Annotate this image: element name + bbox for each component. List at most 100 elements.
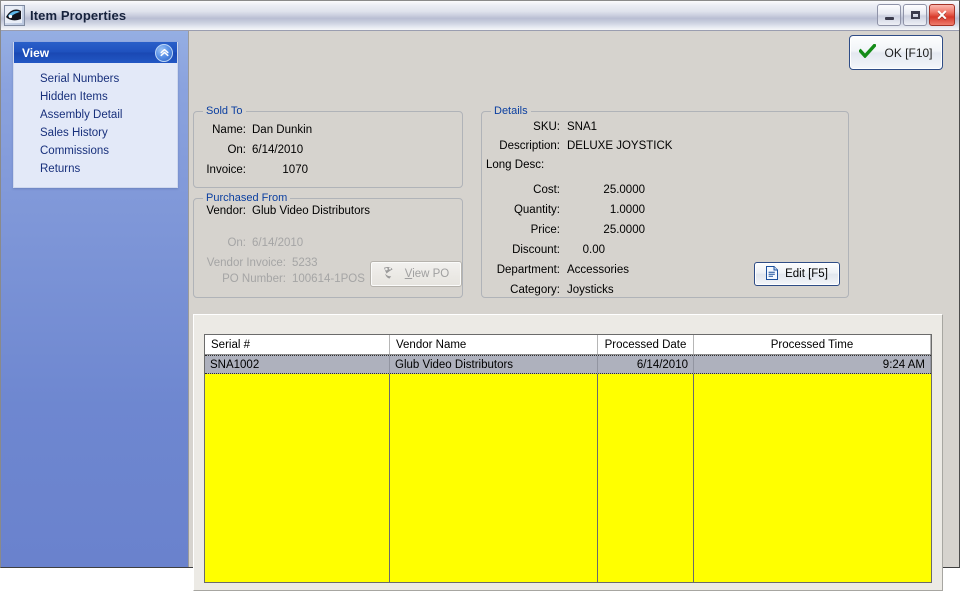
price-row: Price: 25.0000 xyxy=(486,224,645,236)
description-label: Description: xyxy=(499,140,560,152)
navigation-pane: View Serial Numbers Hidden Items Assembl… xyxy=(1,31,189,567)
sold-to-legend: Sold To xyxy=(203,105,246,117)
department-value: Accessories xyxy=(567,264,629,276)
description-value: DELUXE JOYSTICK xyxy=(567,140,673,152)
client-area: View Serial Numbers Hidden Items Assembl… xyxy=(1,31,959,591)
details-group: Details SKU: SNA1 Description: DELUXE JO… xyxy=(481,105,849,298)
sidebar-item-serial-numbers[interactable]: Serial Numbers xyxy=(14,70,177,88)
sold-to-on-value: 6/14/2010 xyxy=(252,144,304,156)
vendor-label: Vendor: xyxy=(206,205,246,217)
po-number-row: PO Number: 100614-1POS xyxy=(194,273,365,285)
vendor-invoice-value: 5233 xyxy=(292,257,318,269)
serial-numbers-panel: Serial # Vendor Name Processed Date Proc… xyxy=(193,314,943,591)
maximize-button[interactable] xyxy=(903,4,927,26)
po-number-label: PO Number: xyxy=(222,273,286,285)
vendor-invoice-row: Vendor Invoice: 5233 xyxy=(194,257,318,269)
title-bar: Item Properties ✕ xyxy=(1,1,959,31)
sidebar-item-sales-history[interactable]: Sales History xyxy=(14,124,177,142)
view-group-title: View xyxy=(22,45,50,60)
discount-label: Discount: xyxy=(512,244,560,256)
minimize-button[interactable] xyxy=(877,4,901,26)
category-row: Category: Joysticks xyxy=(486,284,614,296)
view-po-button[interactable]: View PO xyxy=(370,261,462,287)
sidebar-item-assembly-detail[interactable]: Assembly Detail xyxy=(14,106,177,124)
category-value: Joysticks xyxy=(567,284,614,296)
green-check-icon xyxy=(858,43,878,61)
cell-serial: SNA1002 xyxy=(205,356,390,373)
purchased-on-value: 6/14/2010 xyxy=(252,237,304,249)
edit-button-label: Edit [F5] xyxy=(785,268,828,280)
description-row: Description: DELUXE JOYSTICK xyxy=(486,140,672,152)
document-edit-icon xyxy=(766,265,779,283)
po-number-value: 100614-1POS xyxy=(292,273,365,285)
close-button[interactable]: ✕ xyxy=(929,4,955,26)
po-document-icon xyxy=(383,266,398,282)
vendor-row: Vendor: Glub Video Distributors xyxy=(200,205,370,217)
chevron-double-up-icon[interactable] xyxy=(155,43,173,62)
view-group-items: Serial Numbers Hidden Items Assembly Det… xyxy=(14,63,177,187)
sold-to-on-label: On: xyxy=(227,144,246,156)
purchased-on-row: On: 6/14/2010 xyxy=(200,237,303,249)
purchased-on-label: On: xyxy=(227,237,246,249)
long-desc-row: Long Desc: xyxy=(486,159,567,171)
cell-processed-time: 9:24 AM xyxy=(694,356,931,373)
edit-button[interactable]: Edit [F5] xyxy=(754,262,840,286)
purchased-from-group: Purchased From Vendor: Glub Video Distri… xyxy=(193,192,463,298)
sold-to-invoice-label: Invoice: xyxy=(206,164,246,176)
item-properties-window: Item Properties ✕ View Serial Numbers Hi… xyxy=(0,0,960,591)
ok-button[interactable]: OK [F10] xyxy=(849,35,943,70)
price-label: Price: xyxy=(530,224,560,236)
category-label: Category: xyxy=(510,284,560,296)
grid-empty-col-date xyxy=(598,374,694,582)
sidebar-item-commissions[interactable]: Commissions xyxy=(14,142,177,160)
window-title: Item Properties xyxy=(30,8,127,23)
discount-value: 0.00 xyxy=(582,244,605,256)
serial-numbers-grid[interactable]: Serial # Vendor Name Processed Date Proc… xyxy=(204,334,932,583)
sold-to-invoice-row: Invoice: 1070 xyxy=(200,164,308,176)
vendor-invoice-label: Vendor Invoice: xyxy=(206,257,286,269)
close-icon: ✕ xyxy=(936,7,948,23)
column-header-processed-date[interactable]: Processed Date xyxy=(598,335,694,354)
window-controls: ✕ xyxy=(877,4,955,26)
sold-to-on-row: On: 6/14/2010 xyxy=(200,144,303,156)
minimize-icon xyxy=(878,5,900,25)
sold-to-name-label: Name: xyxy=(212,124,246,136)
view-group-panel: View Serial Numbers Hidden Items Assembl… xyxy=(13,42,178,188)
quantity-label: Quantity: xyxy=(513,204,560,216)
grid-header-row: Serial # Vendor Name Processed Date Proc… xyxy=(205,335,931,355)
grid-empty-col-serial xyxy=(205,374,390,582)
cost-row: Cost: 25.0000 xyxy=(486,184,645,196)
sku-value: SNA1 xyxy=(567,121,598,133)
cost-label: Cost: xyxy=(533,184,560,196)
maximize-icon xyxy=(904,5,926,25)
sold-to-invoice-value: 1070 xyxy=(282,164,308,176)
view-po-button-label: View PO xyxy=(404,268,450,280)
ok-button-label: OK [F10] xyxy=(884,45,933,60)
sold-to-name-row: Name: Dan Dunkin xyxy=(200,124,312,136)
sidebar-item-hidden-items[interactable]: Hidden Items xyxy=(14,88,177,106)
purchased-from-legend: Purchased From xyxy=(203,192,291,204)
grid-empty-col-time xyxy=(694,374,931,582)
grid-empty-area[interactable] xyxy=(205,374,931,582)
table-row[interactable]: SNA1002 Glub Video Distributors 6/14/201… xyxy=(205,355,931,374)
column-header-serial[interactable]: Serial # xyxy=(205,335,390,354)
grid-empty-col-vendor xyxy=(390,374,598,582)
price-value: 25.0000 xyxy=(603,224,645,236)
column-header-processed-time[interactable]: Processed Time xyxy=(694,335,931,354)
department-label: Department: xyxy=(496,264,560,276)
sku-label: SKU: xyxy=(533,121,560,133)
cell-vendor-name: Glub Video Distributors xyxy=(390,356,598,373)
content-pane: OK [F10] Sold To Name: Dan Dunkin On: 6/… xyxy=(189,31,959,591)
quantity-row: Quantity: 1.0000 xyxy=(486,204,645,216)
column-header-vendor-name[interactable]: Vendor Name xyxy=(390,335,598,354)
sold-to-group: Sold To Name: Dan Dunkin On: 6/14/2010 I… xyxy=(193,105,463,188)
sidebar-item-returns[interactable]: Returns xyxy=(14,160,177,178)
discount-row: Discount: 0.00 xyxy=(486,244,605,256)
sold-to-name-value: Dan Dunkin xyxy=(252,124,313,136)
view-group-header: View xyxy=(14,42,177,63)
department-row: Department: Accessories xyxy=(486,264,629,276)
long-desc-label: Long Desc: xyxy=(486,159,545,171)
sku-row: SKU: SNA1 xyxy=(486,121,597,133)
cost-value: 25.0000 xyxy=(603,184,645,196)
cell-processed-date: 6/14/2010 xyxy=(598,356,694,373)
